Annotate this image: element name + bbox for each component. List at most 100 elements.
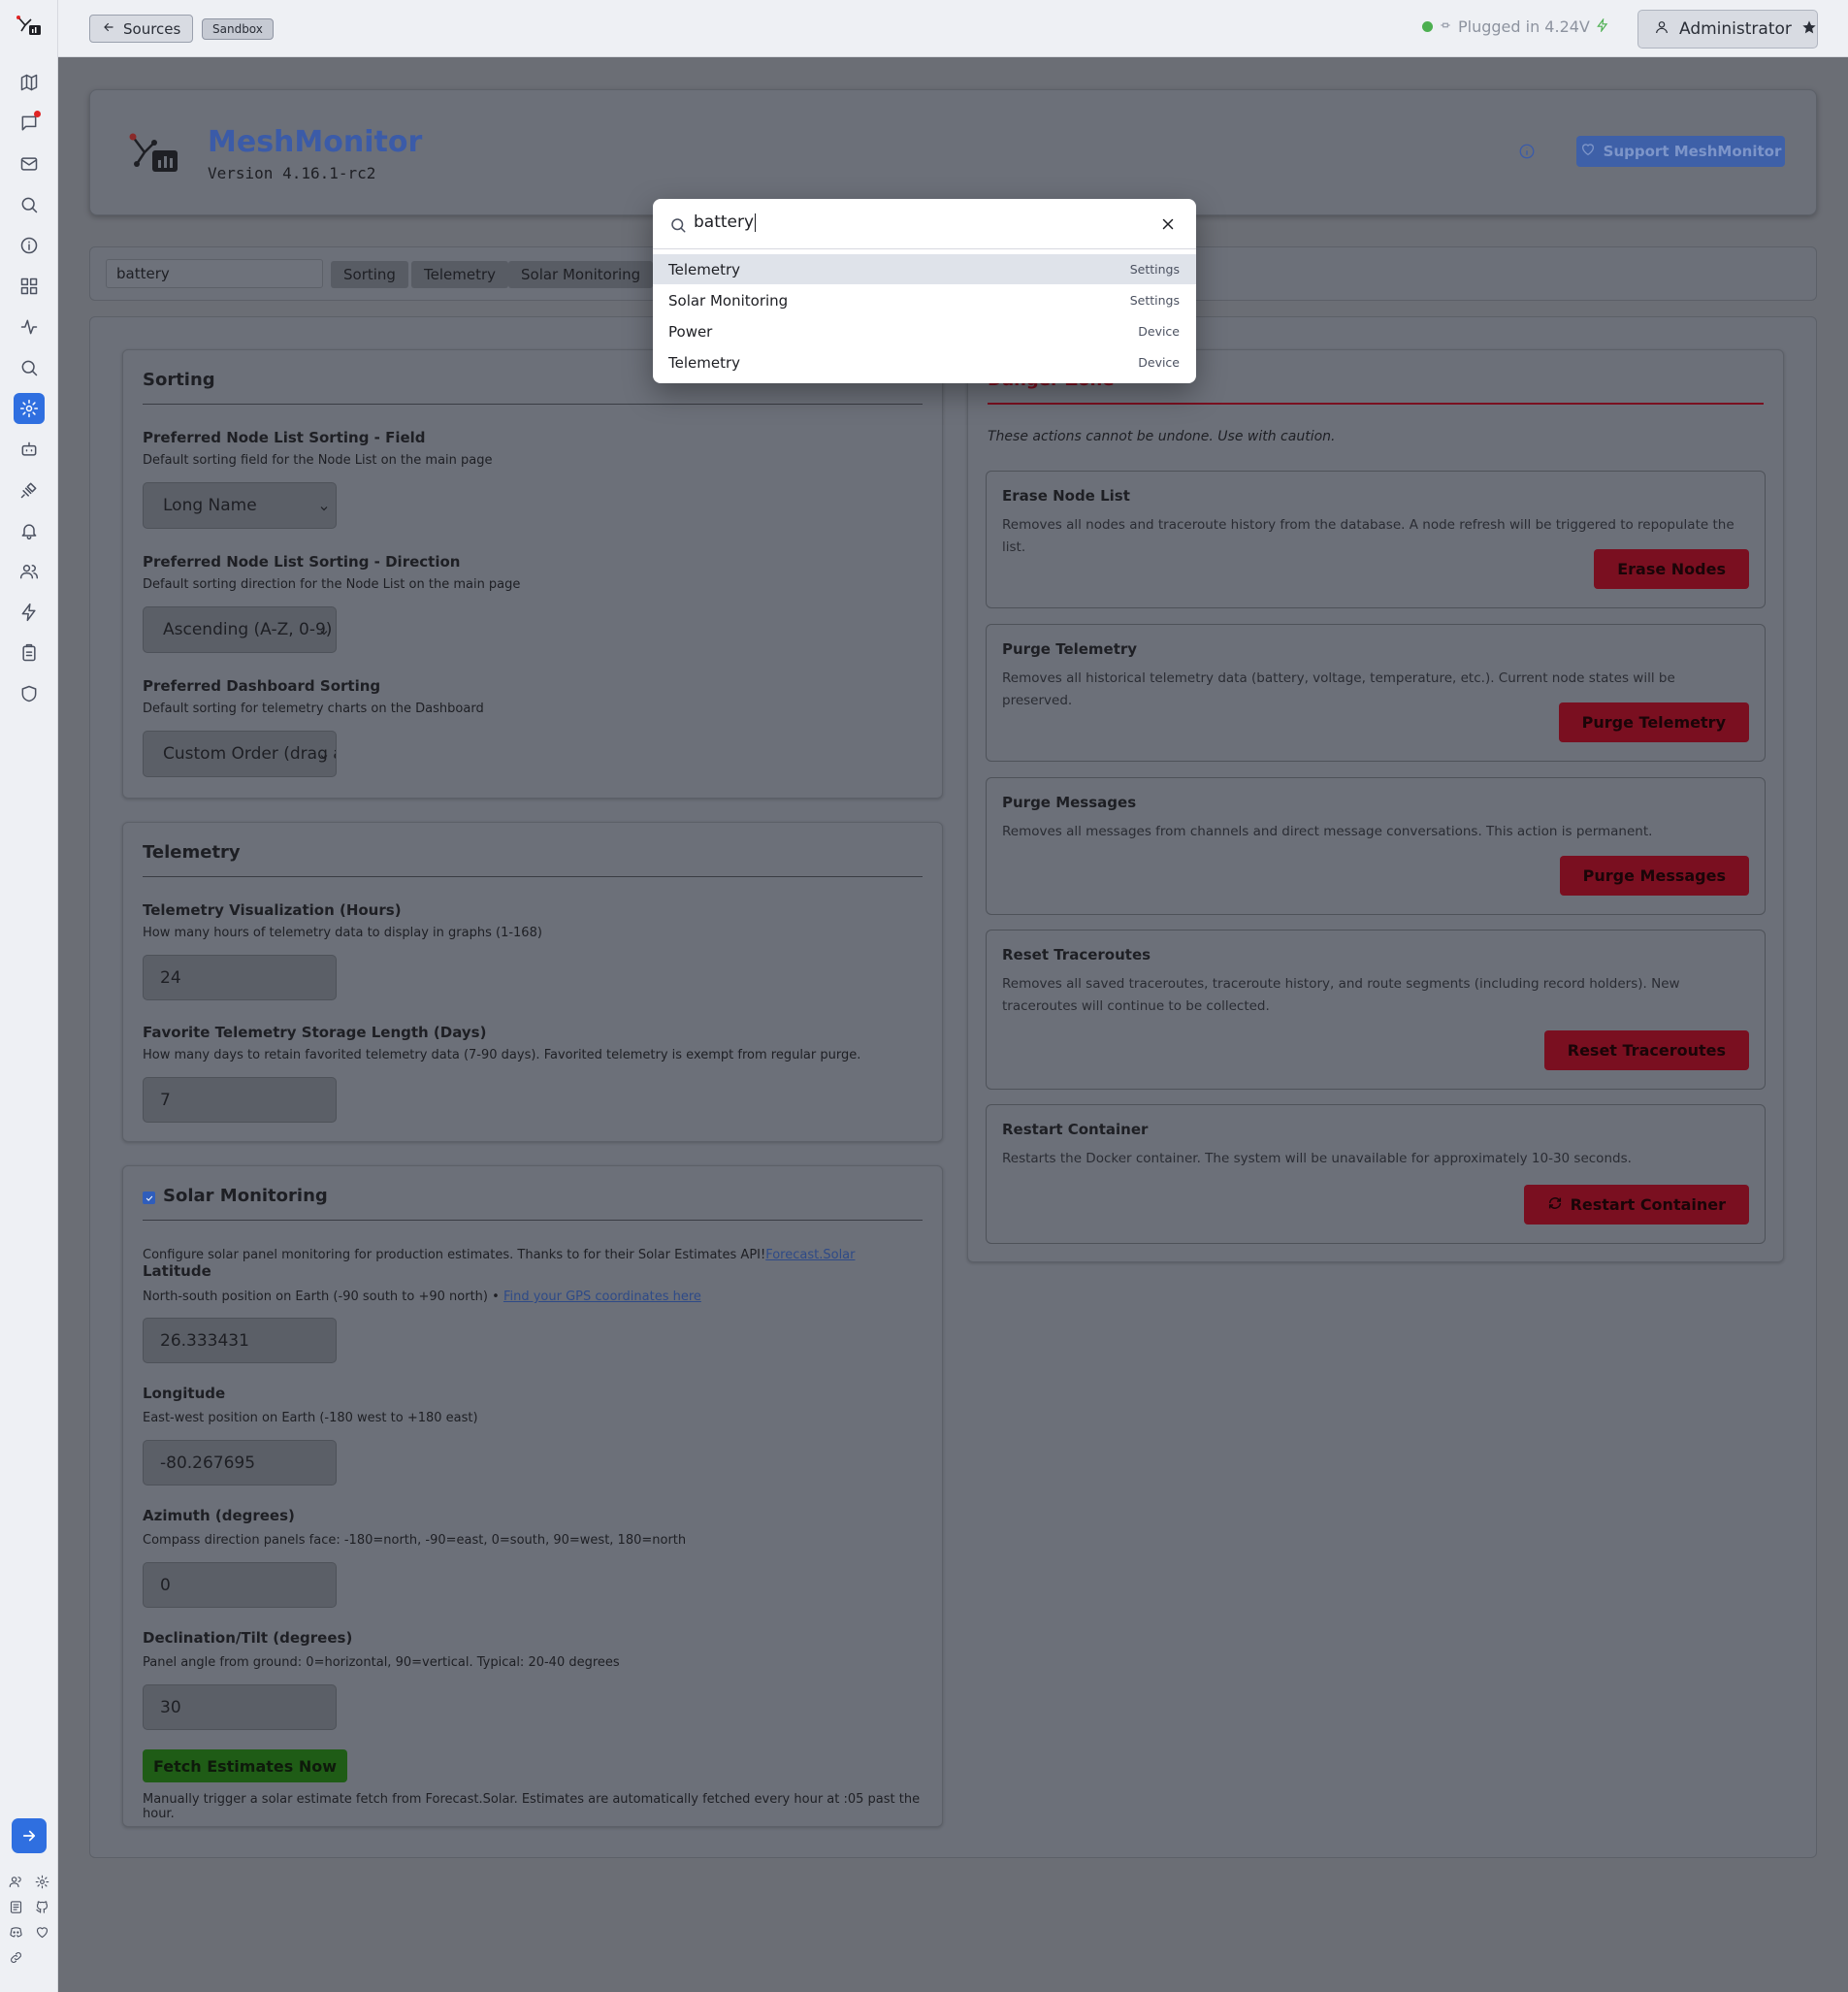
chevron-down-icon	[318, 500, 330, 511]
azimuth-input[interactable]: 0	[143, 1562, 337, 1608]
expand-sidebar-button[interactable]	[12, 1818, 47, 1853]
azimuth-label: Azimuth (degrees)	[143, 1507, 295, 1524]
latitude-hint: North-south position on Earth (-90 south…	[143, 1290, 701, 1304]
sort-direction-label: Preferred Node List Sorting - Direction	[143, 553, 461, 571]
mail-icon[interactable]	[14, 148, 45, 180]
latitude-label: Latitude	[143, 1262, 211, 1280]
discord-icon[interactable]	[7, 1923, 24, 1941]
result-label: Telemetry	[668, 260, 741, 278]
status-text: Plugged in 4.24V	[1458, 17, 1590, 36]
info-icon[interactable]	[14, 230, 45, 261]
connection-status-dot	[1422, 21, 1433, 32]
channels-icon[interactable]	[14, 108, 45, 139]
palette-search-input[interactable]: battery	[694, 212, 756, 232]
tilt-input[interactable]: 30	[143, 1684, 337, 1730]
purge-messages-button[interactable]: Purge Messages	[1559, 856, 1749, 896]
reset-traceroutes-button[interactable]: Reset Traceroutes	[1543, 1030, 1749, 1070]
activity-icon[interactable]	[14, 311, 45, 343]
chevron-down-icon	[318, 748, 330, 760]
danger-zone-card: Danger Zone These actions cannot be undo…	[967, 349, 1784, 1262]
security-shield-icon[interactable]	[14, 678, 45, 709]
fetch-estimates-button[interactable]: Fetch Estimates Now	[143, 1749, 347, 1782]
erase-node-list-title: Erase Node List	[1002, 487, 1130, 505]
search-nodes-icon[interactable]	[14, 189, 45, 220]
help-icon[interactable]	[1518, 143, 1536, 160]
search-result-item[interactable]: Power Device	[653, 316, 1196, 346]
solar-title: Solar Monitoring	[163, 1186, 328, 1206]
restart-container-title: Restart Container	[1002, 1121, 1149, 1138]
solar-enabled-checkbox[interactable]	[143, 1192, 155, 1204]
solar-intro: Configure solar panel monitoring for pro…	[143, 1248, 856, 1262]
power-bolt-icon[interactable]	[14, 597, 45, 628]
favorite-days-hint: How many days to retain favorited teleme…	[143, 1048, 861, 1062]
purge-telemetry-button[interactable]: Purge Telemetry	[1558, 702, 1749, 742]
users-icon[interactable]	[14, 556, 45, 587]
satellite-icon[interactable]	[14, 474, 45, 506]
filter-chip-solar-monitoring[interactable]: Solar Monitoring	[508, 261, 654, 288]
app-logo-small-icon[interactable]	[16, 14, 43, 37]
palette-search-field[interactable]: battery	[653, 199, 1196, 249]
purge-telemetry-section: Purge Telemetry Removes all historical t…	[986, 624, 1766, 762]
gps-coordinates-link[interactable]: Find your GPS coordinates here	[503, 1290, 701, 1304]
audit-clipboard-icon[interactable]	[14, 637, 45, 669]
purge-telemetry-title: Purge Telemetry	[1002, 640, 1138, 658]
sources-label: Sources	[123, 19, 181, 38]
arrow-left-icon	[102, 20, 115, 38]
notifications-bell-icon[interactable]	[14, 515, 45, 546]
sort-field-label: Preferred Node List Sorting - Field	[143, 429, 426, 446]
longitude-label: Longitude	[143, 1385, 226, 1402]
back-to-sources-button[interactable]: Sources	[89, 15, 194, 43]
app-title: MeshMonitor	[208, 125, 423, 159]
github-icon[interactable]	[33, 1898, 50, 1915]
search-icon[interactable]	[14, 352, 45, 383]
support-label: Support MeshMonitor	[1603, 143, 1782, 160]
latitude-input[interactable]: 26.333431	[143, 1318, 337, 1363]
filter-chip-sorting[interactable]: Sorting	[331, 261, 408, 288]
sort-field-select[interactable]: Long Name	[143, 482, 337, 529]
settings-filter-input[interactable]: battery	[106, 259, 323, 288]
telemetry-hours-input[interactable]: 24	[143, 955, 337, 1000]
forecast-solar-link[interactable]: Forecast.Solar	[765, 1248, 855, 1262]
automation-bot-icon[interactable]	[14, 434, 45, 465]
sort-field-value: Long Name	[163, 496, 257, 515]
close-icon[interactable]	[1159, 215, 1177, 233]
sort-direction-select[interactable]: Ascending (A-Z, 0-9)	[143, 606, 337, 653]
link-icon[interactable]	[7, 1948, 24, 1966]
favorite-days-label: Favorite Telemetry Storage Length (Days)	[143, 1024, 487, 1041]
sorting-card: Sorting Preferred Node List Sorting - Fi…	[122, 349, 943, 799]
map-icon[interactable]	[14, 67, 45, 98]
sandbox-badge: Sandbox	[202, 18, 274, 40]
user-menu-button[interactable]: Administrator	[1637, 10, 1818, 49]
user-name: Administrator	[1679, 19, 1792, 39]
user-icon	[1654, 19, 1670, 40]
azimuth-hint: Compass direction panels face: -180=nort…	[143, 1533, 687, 1548]
settings-gear-icon[interactable]	[14, 393, 45, 424]
support-button[interactable]: Support MeshMonitor	[1576, 136, 1785, 167]
telemetry-hours-hint: How many hours of telemetry data to disp…	[143, 926, 542, 940]
purge-messages-section: Purge Messages Removes all messages from…	[986, 777, 1766, 915]
users-mini-icon[interactable]	[7, 1873, 24, 1890]
restart-container-button[interactable]: Restart Container	[1523, 1185, 1749, 1225]
reset-traceroutes-title: Reset Traceroutes	[1002, 946, 1151, 963]
heart-mini-icon[interactable]	[33, 1923, 50, 1941]
danger-zone-note: These actions cannot be undone. Use with…	[988, 429, 1336, 444]
restart-container-label: Restart Container	[1570, 1195, 1726, 1214]
divider	[143, 404, 923, 405]
search-result-item[interactable]: Telemetry Settings	[653, 254, 1196, 284]
sorting-title: Sorting	[143, 370, 215, 390]
search-result-item[interactable]: Telemetry Device	[653, 347, 1196, 377]
favorite-days-input[interactable]: 7	[143, 1077, 337, 1123]
settings-content: Sorting Preferred Node List Sorting - Fi…	[89, 316, 1817, 1858]
app-header: MeshMonitor Version 4.16.1-rc2 Support M…	[89, 89, 1817, 215]
app-version: Version 4.16.1-rc2	[208, 164, 376, 182]
sidebar	[0, 0, 58, 1992]
dashboard-icon[interactable]	[14, 271, 45, 302]
docs-icon[interactable]	[7, 1898, 24, 1915]
dashboard-sort-select[interactable]: Custom Order (drag and drop)	[143, 731, 337, 777]
gear-mini-icon[interactable]	[33, 1873, 50, 1890]
danger-divider	[988, 403, 1764, 405]
filter-chip-telemetry[interactable]: Telemetry	[411, 261, 509, 288]
search-result-item[interactable]: Solar Monitoring Settings	[653, 285, 1196, 315]
longitude-input[interactable]: -80.267695	[143, 1440, 337, 1486]
erase-nodes-button[interactable]: Erase Nodes	[1594, 549, 1749, 589]
